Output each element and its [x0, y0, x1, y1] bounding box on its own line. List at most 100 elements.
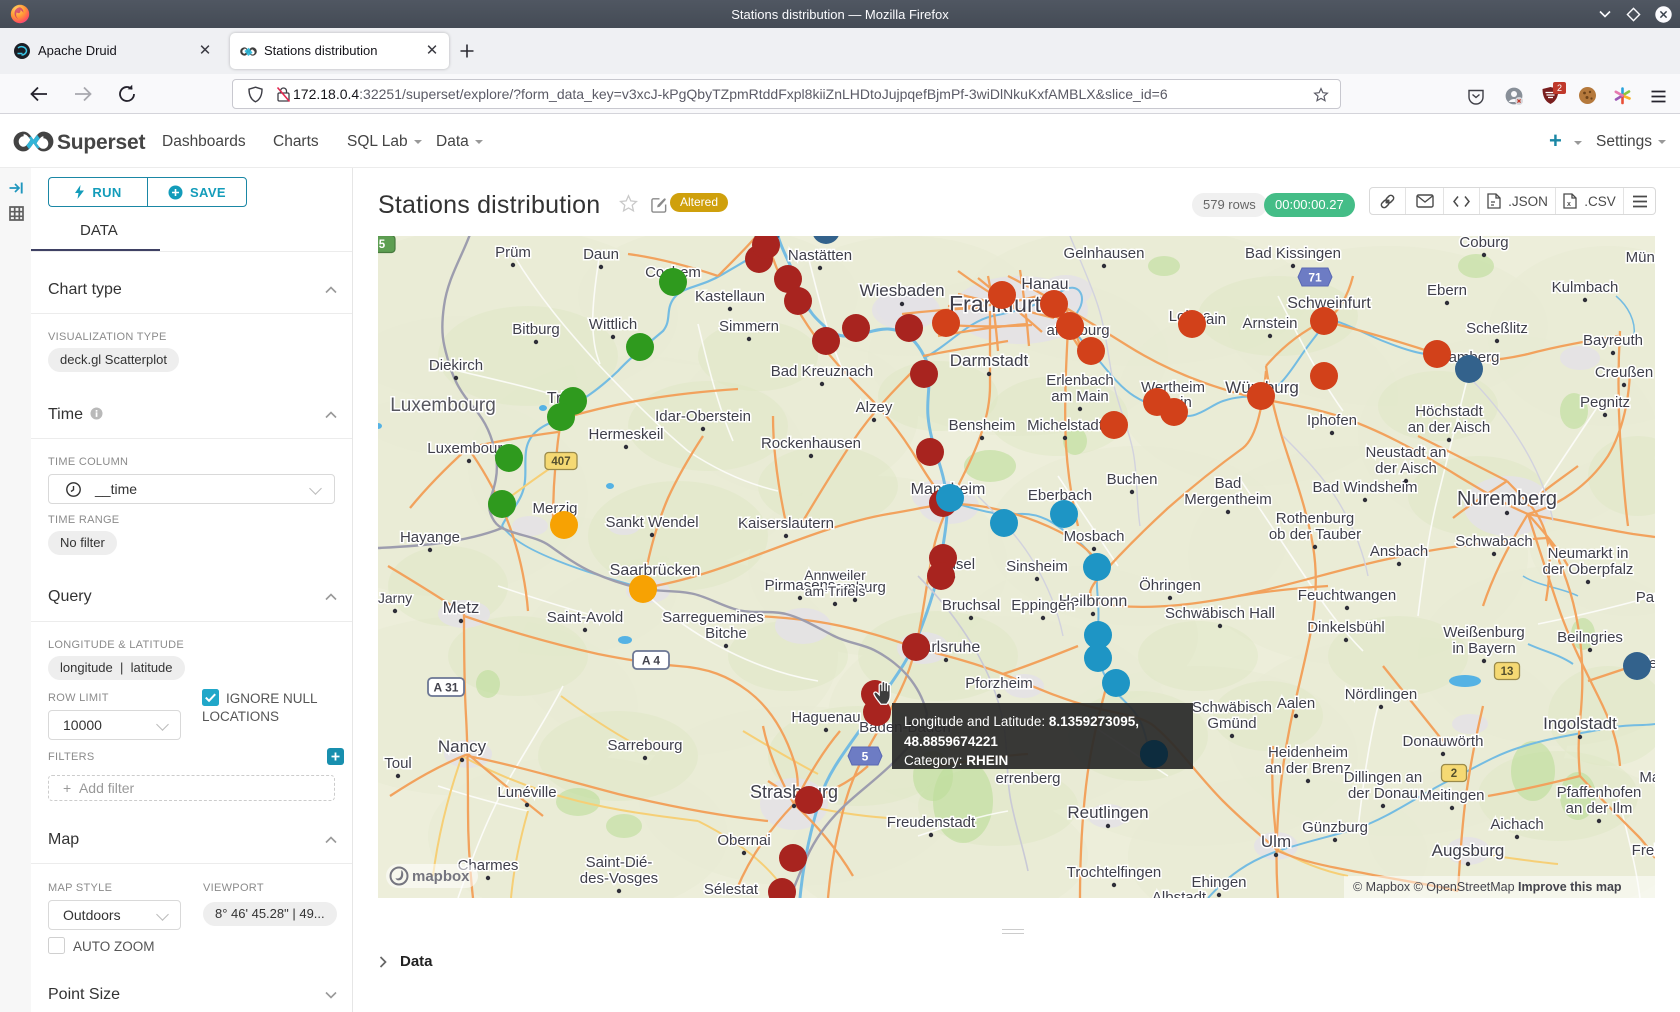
svg-text:Freisi: Freisi	[1632, 842, 1655, 859]
svg-text:Obernai: Obernai	[717, 832, 770, 849]
svg-text:Gelnhausen: Gelnhausen	[1064, 245, 1145, 262]
svg-text:Luxembourg: Luxembourg	[390, 395, 496, 416]
svg-text:Gmünd: Gmünd	[1207, 715, 1256, 732]
svg-text:Bad Windsheim: Bad Windsheim	[1312, 479, 1417, 496]
svg-text:5: 5	[862, 750, 869, 764]
svg-text:A 4: A 4	[642, 654, 661, 668]
svg-text:Bad Kissingen: Bad Kissingen	[1245, 245, 1341, 262]
svg-text:an der Aisch: an der Aisch	[1408, 419, 1491, 436]
svg-text:Pegnitz: Pegnitz	[1580, 394, 1630, 411]
svg-text:Coburg: Coburg	[1459, 236, 1508, 251]
svg-text:Schwäbisch Hall: Schwäbisch Hall	[1165, 605, 1275, 622]
svg-text:Buchen: Buchen	[1107, 471, 1158, 488]
svg-text:Prüm: Prüm	[495, 244, 531, 261]
svg-text:Ansbach: Ansbach	[1370, 543, 1428, 560]
svg-text:71: 71	[1308, 271, 1322, 285]
svg-text:Freudenstadt: Freudenstadt	[887, 814, 976, 831]
svg-text:des-Vosges: des-Vosges	[580, 870, 658, 887]
svg-text:Bad: Bad	[1215, 475, 1242, 492]
svg-text:der Donau: der Donau	[1348, 785, 1418, 802]
svg-text:Annweiler: Annweiler	[804, 567, 866, 583]
svg-text:Weißenburg: Weißenburg	[1443, 624, 1524, 641]
svg-text:Hayange: Hayange	[400, 529, 460, 546]
svg-text:ob der Tauber: ob der Tauber	[1269, 526, 1361, 543]
svg-text:Beilngries: Beilngries	[1557, 629, 1623, 646]
svg-text:Saint-Avold: Saint-Avold	[547, 609, 623, 626]
svg-text:Darmstadt: Darmstadt	[950, 351, 1029, 370]
svg-text:Nancy: Nancy	[438, 737, 487, 756]
svg-text:Aalen: Aalen	[1277, 695, 1315, 712]
svg-text:Simmern: Simmern	[719, 318, 779, 335]
svg-text:Kastellaun: Kastellaun	[695, 288, 765, 305]
svg-text:Sélestat: Sélestat	[704, 881, 759, 898]
svg-text:Alzey: Alzey	[856, 399, 893, 416]
svg-text:Wittlich: Wittlich	[589, 316, 637, 333]
svg-text:Strasbourg: Strasbourg	[750, 782, 838, 802]
svg-text:Iphofen: Iphofen	[1307, 412, 1357, 429]
svg-text:der Oberpfalz: der Oberpfalz	[1543, 561, 1634, 578]
svg-text:Bad Kreuznach: Bad Kreuznach	[771, 363, 874, 380]
svg-text:Hanau: Hanau	[1021, 276, 1068, 293]
svg-text:mapbox: mapbox	[412, 868, 470, 885]
svg-text:Saint-Dié-: Saint-Dié-	[586, 854, 653, 871]
svg-text:Trochtelfingen: Trochtelfingen	[1067, 864, 1162, 881]
svg-text:Bitburg: Bitburg	[512, 321, 560, 338]
svg-text:Öhringen: Öhringen	[1139, 576, 1201, 594]
svg-text:Bayreuth: Bayreuth	[1583, 332, 1643, 349]
svg-text:Dillingen an: Dillingen an	[1344, 769, 1422, 786]
svg-text:Schwabach: Schwabach	[1455, 533, 1533, 550]
svg-text:Sankt Wendel: Sankt Wendel	[605, 514, 698, 531]
svg-text:Sarrebourg: Sarrebourg	[607, 737, 682, 754]
svg-text:Neustadt an: Neustadt an	[1366, 444, 1447, 461]
svg-text:errenberg: errenberg	[995, 770, 1060, 787]
svg-text:Augsburg: Augsburg	[1432, 841, 1505, 860]
svg-text:Eppingen: Eppingen	[1011, 597, 1074, 614]
svg-text:Rockenhausen: Rockenhausen	[761, 435, 861, 452]
svg-text:Metz: Metz	[443, 598, 480, 617]
svg-text:Wiesbaden: Wiesbaden	[859, 281, 944, 300]
svg-text:Nastätten: Nastätten	[788, 247, 852, 264]
svg-text:Jarny: Jarny	[378, 590, 412, 606]
svg-text:Albstadt: Albstadt	[1152, 889, 1207, 898]
svg-text:Sinsheim: Sinsheim	[1006, 558, 1068, 575]
svg-text:Mergentheim: Mergentheim	[1184, 491, 1272, 508]
svg-text:Kaiserslautern: Kaiserslautern	[738, 515, 834, 532]
svg-text:2: 2	[1451, 768, 1457, 780]
svg-text:Ebern: Ebern	[1427, 282, 1467, 299]
svg-text:x: x	[1567, 201, 1571, 208]
svg-text:Münc: Münc	[1626, 249, 1655, 266]
svg-text:© Mapbox © OpenStreetMap Impro: © Mapbox © OpenStreetMap Improve this ma…	[1353, 880, 1622, 894]
svg-text:Parsber: Parsber	[1636, 589, 1655, 606]
svg-text:Neumarkt in: Neumarkt in	[1548, 545, 1629, 562]
svg-text:Nördlingen: Nördlingen	[1345, 686, 1418, 703]
svg-text:Günzburg: Günzburg	[1302, 819, 1368, 836]
svg-text:an der Brenz: an der Brenz	[1265, 760, 1351, 777]
svg-text:Rothenburg: Rothenburg	[1276, 510, 1354, 527]
svg-text:Sarreguemines: Sarreguemines	[662, 609, 764, 626]
svg-text:Haguenau: Haguenau	[791, 709, 860, 726]
svg-text:Daun: Daun	[583, 246, 619, 263]
svg-text:Heidenheim: Heidenheim	[1268, 744, 1348, 761]
svg-text:Toul: Toul	[384, 755, 412, 772]
svg-text:Feuchtwangen: Feuchtwangen	[1298, 587, 1396, 604]
svg-text:Lunéville: Lunéville	[497, 784, 556, 801]
svg-text:Erlenbach: Erlenbach	[1046, 372, 1114, 389]
svg-text:an der Ilm: an der Ilm	[1566, 800, 1633, 817]
svg-text:Diekirch: Diekirch	[429, 357, 483, 374]
svg-text:Pfaffenhofen: Pfaffenhofen	[1557, 784, 1642, 801]
svg-text:Aichach: Aichach	[1490, 816, 1543, 833]
svg-text:Creußen: Creußen	[1595, 364, 1653, 381]
svg-text:Mair: Mair	[1639, 769, 1655, 786]
svg-text:A 31: A 31	[434, 681, 459, 695]
svg-text:am Main: am Main	[1051, 388, 1109, 405]
svg-text:Scheßlitz: Scheßlitz	[1466, 320, 1528, 337]
svg-text:Saarbrücken: Saarbrücken	[610, 562, 701, 579]
svg-text:Ulm: Ulm	[1261, 832, 1291, 851]
svg-text:Idar-Oberstein: Idar-Oberstein	[655, 408, 751, 425]
svg-text:407: 407	[551, 456, 570, 468]
svg-text:Schwäbisch: Schwäbisch	[1192, 699, 1272, 716]
svg-text:der Aisch: der Aisch	[1375, 460, 1437, 477]
svg-text:Meitingen: Meitingen	[1419, 787, 1484, 804]
svg-text:Höchstadt: Höchstadt	[1415, 403, 1483, 420]
svg-text:Mosbach: Mosbach	[1064, 528, 1125, 545]
